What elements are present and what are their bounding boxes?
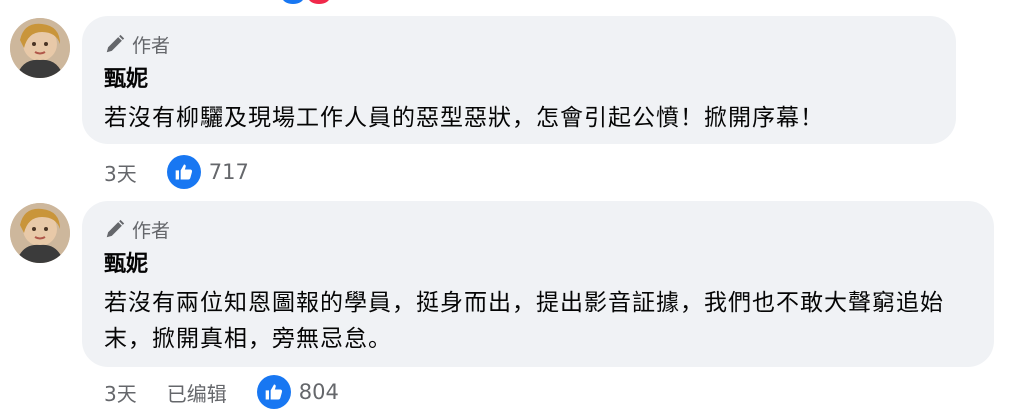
comment-text: 若沒有柳驪及現場工作人員的惡型惡狀，怎會引起公憤！掀開序幕！ bbox=[104, 105, 824, 131]
avatar[interactable] bbox=[10, 18, 70, 78]
love-reaction-icon bbox=[308, 0, 330, 4]
comment-text: 若沒有兩位知恩圖報的學員，挺身而出，提出影音証據，我們也不敢大聲窮追始末，掀開真… bbox=[104, 290, 944, 352]
comment-meta: 3天 已编辑 804 bbox=[104, 375, 339, 409]
edited-label[interactable]: 已编辑 bbox=[167, 378, 227, 407]
comment-meta: 3天 717 bbox=[104, 155, 249, 189]
comment-thread: 作者 甄妮 若沒有柳驪及現場工作人員的惡型惡狀，怎會引起公憤！掀開序幕！ 3天 … bbox=[0, 0, 1024, 409]
comment-time[interactable]: 3天 bbox=[104, 378, 137, 407]
like-count[interactable]: 717 bbox=[209, 160, 249, 184]
pen-icon bbox=[106, 34, 125, 53]
avatar[interactable] bbox=[10, 203, 70, 263]
comment-time[interactable]: 3天 bbox=[104, 158, 137, 187]
pen-icon bbox=[106, 219, 125, 238]
author-badge: 作者 bbox=[104, 30, 934, 58]
author-badge: 作者 bbox=[104, 215, 972, 243]
thumbs-up-icon[interactable] bbox=[166, 155, 201, 189]
like-reaction-icon bbox=[282, 0, 304, 4]
like-count[interactable]: 804 bbox=[299, 380, 339, 404]
author-name[interactable]: 甄妮 bbox=[104, 66, 934, 94]
comment-bubble: 作者 甄妮 若沒有柳驪及現場工作人員的惡型惡狀，怎會引起公憤！掀開序幕！ bbox=[82, 16, 956, 144]
thumbs-up-icon[interactable] bbox=[256, 375, 291, 409]
author-badge-label: 作者 bbox=[132, 219, 171, 242]
author-name[interactable]: 甄妮 bbox=[104, 251, 972, 279]
reaction-icons-top bbox=[282, 0, 342, 4]
author-badge-label: 作者 bbox=[132, 34, 171, 57]
comment-bubble: 作者 甄妮 若沒有兩位知恩圖報的學員，挺身而出，提出影音証據，我們也不敢大聲窮追… bbox=[82, 201, 994, 367]
